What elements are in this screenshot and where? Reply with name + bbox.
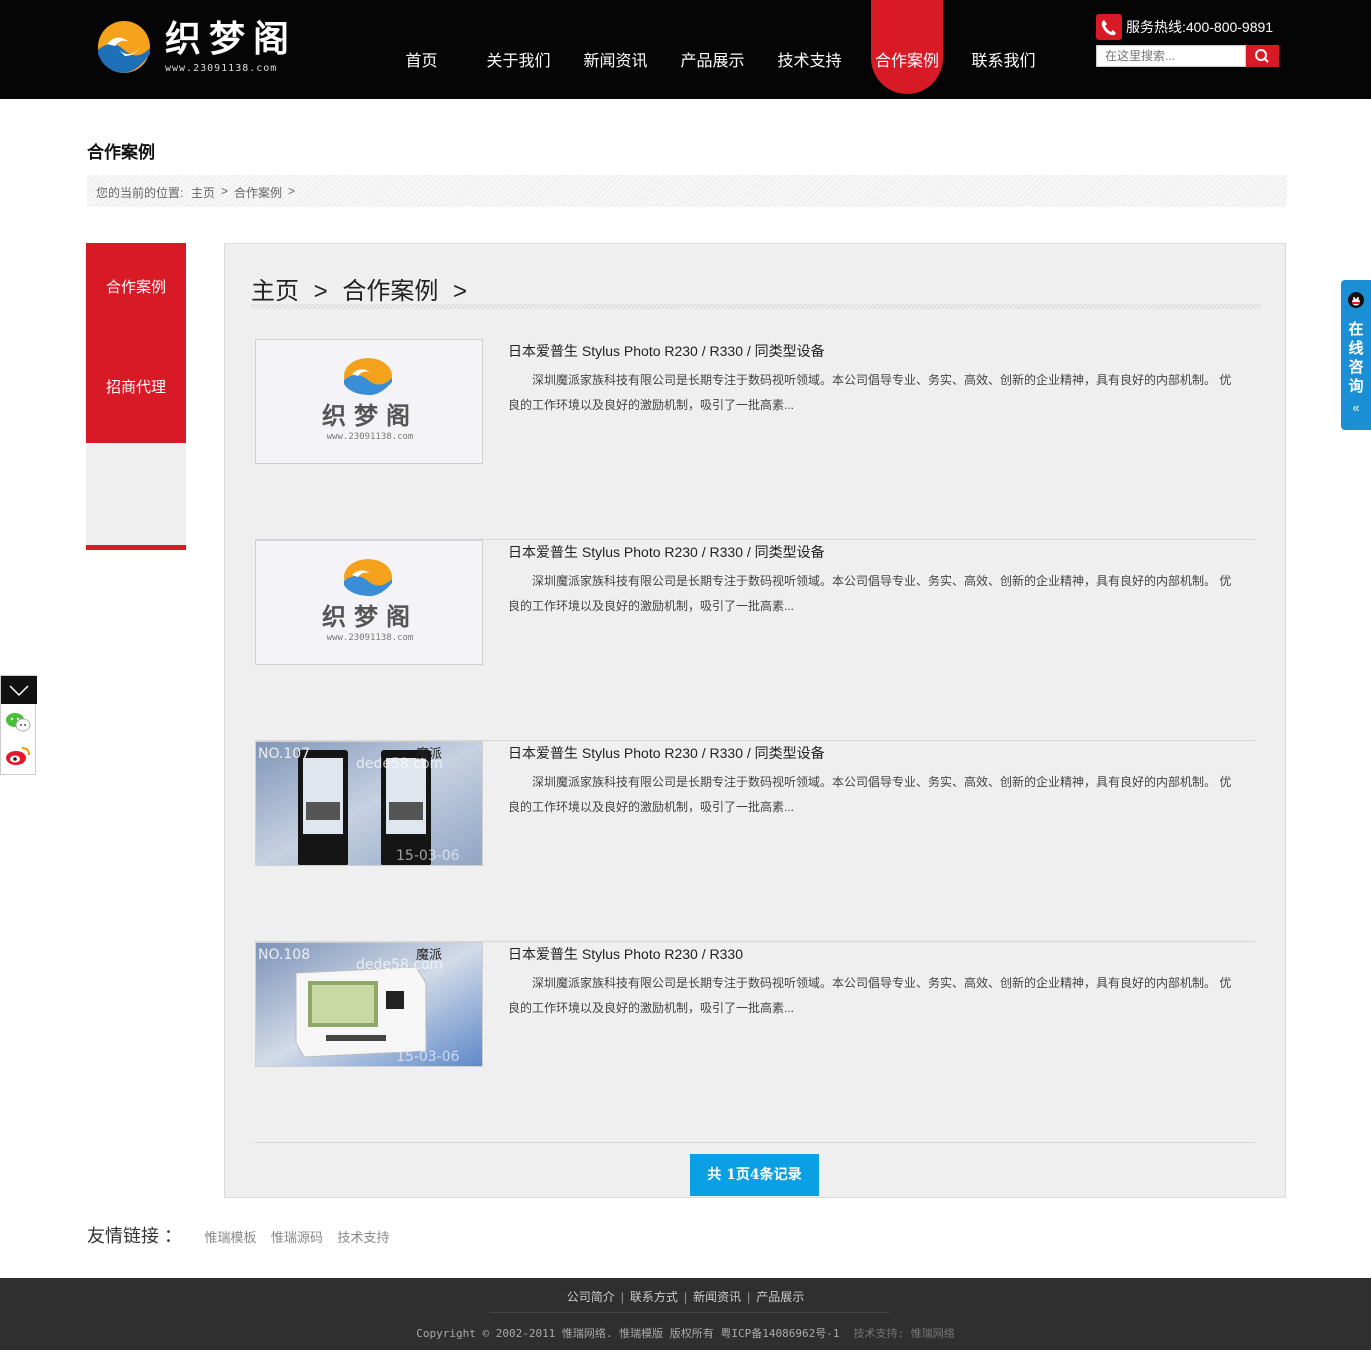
- nav-item-products[interactable]: 产品展示: [664, 0, 761, 94]
- kiosk-photo-icon: NO.107 魔派 dede58.com 15-03-06: [256, 742, 482, 865]
- site-logo[interactable]: 织梦阁 www.23091138.com: [97, 18, 307, 76]
- weibo-icon[interactable]: [4, 744, 32, 768]
- printer-photo-icon: NO.108 魔派 dede58.com 15-03-06: [256, 943, 482, 1066]
- friend-link[interactable]: 惟瑞模板: [204, 1230, 256, 1245]
- thumbnail-watermark: dede58.com: [356, 957, 443, 973]
- search-input[interactable]: [1096, 45, 1246, 67]
- nav-item-news[interactable]: 新闻资讯: [567, 0, 664, 94]
- footer-divider: [490, 1312, 890, 1313]
- case-item: NO.107 魔派 dede58.com 15-03-06 日本爱普生 Styl…: [255, 741, 1255, 942]
- search-button[interactable]: [1246, 45, 1279, 67]
- logo-url: www.23091138.com: [165, 63, 278, 74]
- thumbnail-number: NO.107: [258, 746, 310, 762]
- hotline-text: 服务热线:400-800-9891: [1126, 19, 1274, 35]
- pagination-info[interactable]: 共 1页4条记录: [690, 1154, 819, 1196]
- friend-link[interactable]: 技术支持: [337, 1230, 389, 1245]
- case-thumbnail[interactable]: NO.108 魔派 dede58.com 15-03-06: [255, 942, 483, 1067]
- share-widget: [0, 675, 37, 775]
- chevron-down-icon: [9, 685, 29, 697]
- panel-crumb-sep: >: [453, 278, 468, 305]
- copyright-text: Copyright © 2002-2011 惟瑞网络. 惟瑞模版 版权所有 粤I…: [416, 1327, 840, 1340]
- phone-icon: [1096, 14, 1122, 40]
- collapse-button[interactable]: [1, 676, 37, 704]
- sidebar-item-cases[interactable]: 合作案例: [86, 276, 186, 297]
- footer-sep: |: [747, 1290, 751, 1304]
- logo-thumbnail-icon: 织梦阁 www.23091138.com: [256, 541, 482, 664]
- thumbnail-number: NO.108: [258, 947, 310, 963]
- content-panel: 主页 > 合作案例 > 织梦阁 www.23091138.com 日本爱普生 S…: [224, 243, 1286, 1198]
- panel-crumb-current[interactable]: 合作案例: [342, 278, 438, 305]
- thumbnail-logo-url: www.23091138.com: [327, 432, 414, 442]
- case-description: 深圳魔派家族科技有限公司是长期专注于数码视听领域。本公司倡导专业、务实、高效、创…: [508, 775, 1232, 814]
- panel-crumb-home[interactable]: 主页: [251, 278, 299, 305]
- case-item: 织梦阁 www.23091138.com 日本爱普生 Stylus Photo …: [255, 540, 1255, 741]
- case-item: NO.108 魔派 dede58.com 15-03-06 日本爱普生 Styl…: [255, 942, 1255, 1143]
- footer-sep: |: [683, 1290, 688, 1304]
- case-description: 深圳魔派家族科技有限公司是长期专注于数码视听领域。本公司倡导专业、务实、高效、创…: [508, 574, 1232, 613]
- footer-sep: |: [620, 1290, 624, 1304]
- logo-text: 织梦阁: [165, 19, 298, 60]
- breadcrumb-current[interactable]: 合作案例: [234, 184, 282, 201]
- friend-link[interactable]: 惟瑞源码: [271, 1230, 323, 1245]
- nav-item-cases[interactable]: 合作案例: [871, 0, 943, 94]
- case-title[interactable]: 日本爱普生 Stylus Photo R230 / R330 / 同类型设备: [508, 743, 825, 763]
- footer-link-contact[interactable]: 联系方式: [630, 1290, 678, 1304]
- breadcrumb: 您的当前的位置: 主页 > 合作案例 >: [87, 175, 1287, 207]
- case-title[interactable]: 日本爱普生 Stylus Photo R230 / R330 / 同类型设备: [508, 341, 825, 361]
- nav-item-home[interactable]: 首页: [373, 0, 470, 94]
- thumbnail-date: 15-03-06: [396, 848, 460, 864]
- sidebar-item-agency[interactable]: 招商代理: [86, 376, 186, 397]
- footer-nav: 公司简介 | 联系方式 | 新闻资讯 | 产品展示: [0, 1288, 1371, 1305]
- breadcrumb-home[interactable]: 主页: [191, 184, 215, 201]
- panel-crumb-sep: >: [313, 278, 328, 305]
- search-icon: [1255, 49, 1269, 63]
- site-footer: 公司简介 | 联系方式 | 新闻资讯 | 产品展示 Copyright © 2002-201…: [0, 1278, 1371, 1350]
- case-thumbnail[interactable]: 织梦阁 www.23091138.com: [255, 339, 483, 464]
- qq-icon: [1348, 292, 1364, 308]
- page-title: 合作案例: [87, 143, 155, 162]
- thumbnail-logo-text: 织梦阁: [322, 603, 418, 631]
- divider: [251, 304, 1261, 309]
- thumbnail-watermark: dede58.com: [356, 756, 443, 772]
- case-thumbnail[interactable]: NO.107 魔派 dede58.com 15-03-06: [255, 741, 483, 866]
- friend-links: 友情链接 ： 惟瑞模板 惟瑞源码 技术支持: [87, 1222, 389, 1248]
- site-header: 织梦阁 www.23091138.com 首页 关于我们 新闻资讯 产品展示 技…: [0, 0, 1371, 99]
- online-consult-tab[interactable]: 在线咨询 «: [1341, 280, 1371, 430]
- sidebar-menu: [86, 243, 186, 443]
- breadcrumb-sep: >: [221, 184, 229, 198]
- logo-thumbnail-icon: 织梦阁 www.23091138.com: [256, 340, 482, 463]
- wechat-icon[interactable]: [4, 710, 32, 734]
- sidebar: 合作案例 招商代理: [86, 243, 186, 550]
- case-title[interactable]: 日本爱普生 Stylus Photo R230 / R330: [508, 944, 743, 964]
- panel-breadcrumb: 主页 > 合作案例 >: [251, 271, 475, 306]
- case-description: 深圳魔派家族科技有限公司是长期专注于数码视听领域。本公司倡导专业、务实、高效、创…: [508, 976, 1232, 1015]
- friend-links-label: 友情链接 ：: [87, 1226, 183, 1246]
- footer-link-products[interactable]: 产品展示: [756, 1290, 804, 1304]
- thumbnail-logo-text: 织梦阁: [322, 402, 418, 430]
- footer-copyright: Copyright © 2002-2011 惟瑞网络. 惟瑞模版 版权所有 粤I…: [0, 1325, 1371, 1341]
- breadcrumb-prefix: 您的当前的位置:: [96, 186, 184, 200]
- case-description: 深圳魔派家族科技有限公司是长期专注于数码视听领域。本公司倡导专业、务实、高效、创…: [508, 373, 1232, 412]
- nav-item-contact[interactable]: 联系我们: [955, 0, 1052, 94]
- footer-link-news[interactable]: 新闻资讯: [693, 1290, 741, 1304]
- case-thumbnail[interactable]: 织梦阁 www.23091138.com: [255, 540, 483, 665]
- logo-emblem-icon: [98, 21, 150, 73]
- case-title[interactable]: 日本爱普生 Stylus Photo R230 / R330 / 同类型设备: [508, 542, 825, 562]
- tech-support-text[interactable]: 技术支持: 惟瑞网络: [854, 1327, 955, 1340]
- breadcrumb-sep: >: [288, 184, 296, 198]
- chevron-left-icon: «: [1352, 400, 1360, 415]
- consult-label: 在线咨询: [1348, 321, 1364, 395]
- thumbnail-date: 15-03-06: [396, 1049, 460, 1065]
- footer-link-about[interactable]: 公司简介: [567, 1290, 615, 1304]
- thumbnail-logo-url: www.23091138.com: [327, 633, 414, 643]
- case-item: 织梦阁 www.23091138.com 日本爱普生 Stylus Photo …: [255, 339, 1255, 540]
- nav-item-support[interactable]: 技术支持: [761, 0, 858, 94]
- nav-item-about[interactable]: 关于我们: [470, 0, 567, 94]
